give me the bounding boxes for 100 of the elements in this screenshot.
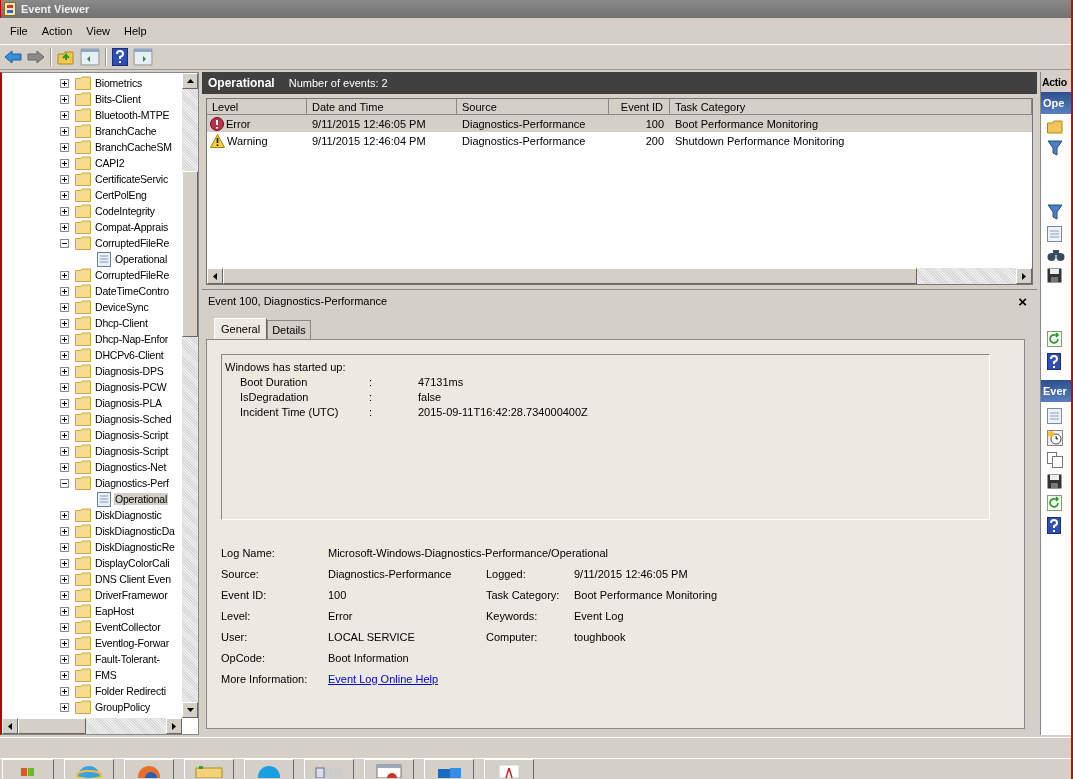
expander[interactable] (60, 510, 69, 520)
tree-item[interactable]: Diagnosis-Script (94, 429, 170, 441)
expander[interactable] (60, 94, 69, 104)
menu-item[interactable]: View (79, 23, 117, 39)
expander[interactable] (60, 446, 69, 456)
taskbar-button[interactable] (424, 759, 474, 779)
expander[interactable] (60, 78, 69, 88)
taskbar-button[interactable] (184, 759, 234, 779)
tree-item[interactable]: CorruptedFileRe (94, 237, 171, 249)
tree-item[interactable]: Diagnosis-Sched (94, 413, 173, 425)
tree-item[interactable]: Diagnostics-Net (94, 461, 168, 473)
expander[interactable] (60, 318, 69, 328)
tree-item[interactable]: DiskDiagnostic (94, 509, 163, 521)
tab[interactable]: General (214, 318, 268, 339)
tree-item[interactable]: DiskDiagnosticDa (94, 525, 176, 537)
expander[interactable] (60, 542, 69, 552)
tree-item[interactable]: BranchCache (94, 125, 158, 137)
expander[interactable] (60, 270, 69, 280)
taskbar-button[interactable] (64, 759, 114, 779)
save-icon[interactable] (1047, 474, 1062, 489)
expander[interactable] (60, 382, 69, 392)
scroll-left-icon[interactable] (213, 272, 217, 280)
filter-icon[interactable] (1047, 140, 1063, 156)
expander[interactable] (60, 478, 69, 488)
properties-icon[interactable] (1047, 226, 1062, 242)
expander[interactable] (60, 190, 69, 200)
help-icon[interactable] (1047, 517, 1061, 534)
back-arrow-icon[interactable] (4, 50, 22, 64)
expander[interactable] (60, 558, 69, 568)
expander[interactable] (60, 302, 69, 312)
tab[interactable]: Details (267, 320, 311, 339)
tree-item[interactable]: Diagnosis-PCW (94, 381, 168, 393)
tree-item[interactable]: DeviceSync (94, 301, 150, 313)
tree-item[interactable]: CertPolEng (94, 189, 148, 201)
expander[interactable] (60, 638, 69, 648)
vertical-scrollbar[interactable] (182, 73, 198, 718)
expander[interactable] (60, 686, 69, 696)
tree-item[interactable]: DriverFramewor (94, 589, 169, 601)
scroll-up-icon[interactable] (186, 79, 194, 83)
expander[interactable] (60, 654, 69, 664)
expander[interactable] (60, 414, 69, 424)
event-row[interactable]: Error 9/11/2015 12:46:05 PM Diagnostics-Performance 100 Boot Performance Monitoring (207, 115, 1032, 132)
expander[interactable] (60, 174, 69, 184)
tree-item[interactable]: Diagnosis-DPS (94, 365, 165, 377)
expander[interactable] (60, 590, 69, 600)
expander[interactable] (60, 142, 69, 152)
menu-item[interactable]: Help (116, 23, 154, 39)
tree-item[interactable]: Fault-Tolerant- (94, 653, 161, 665)
tree-item[interactable]: Folder Redirecti (94, 685, 167, 697)
tree-item[interactable]: Diagnostics-Perf (94, 477, 170, 489)
tree-item[interactable]: Operational (114, 253, 169, 265)
tree-item[interactable]: EventCollector (94, 621, 162, 633)
tree-item[interactable]: CorruptedFileRe (94, 269, 171, 281)
horizontal-scrollbar[interactable] (207, 268, 1032, 284)
expander[interactable] (60, 286, 69, 296)
expander[interactable] (60, 430, 69, 440)
menu-item[interactable]: File (3, 23, 35, 39)
tree-item[interactable]: Diagnosis-PLA (94, 397, 163, 409)
forward-arrow-icon[interactable] (27, 50, 45, 64)
close-button[interactable]: × (1012, 293, 1033, 309)
actions-section-header[interactable]: Ope (1041, 92, 1071, 114)
taskbar-button[interactable] (2, 759, 54, 779)
tree-item[interactable]: CodeIntegrity (94, 205, 156, 217)
expander[interactable] (60, 206, 69, 216)
tree-item[interactable]: CAPI2 (94, 157, 126, 169)
binoculars-icon[interactable] (1047, 248, 1065, 262)
tree-item[interactable]: DNS Client Even (94, 573, 172, 585)
tree-item[interactable]: Bits-Client (94, 93, 142, 105)
tree-item[interactable]: DiskDiagnosticRe (94, 541, 176, 553)
tree-item[interactable]: Diagnosis-Script (94, 445, 170, 457)
clock-icon[interactable] (1047, 430, 1063, 446)
refresh-icon[interactable] (1047, 331, 1062, 347)
scroll-right-icon[interactable] (172, 722, 176, 730)
properties-icon[interactable] (1047, 408, 1062, 424)
expander[interactable] (60, 526, 69, 536)
expander[interactable] (60, 702, 69, 712)
tree-item[interactable]: EapHost (94, 605, 135, 617)
tree-item[interactable]: FMS (94, 669, 118, 681)
actions-section-header[interactable]: Ever (1041, 380, 1071, 402)
refresh-icon[interactable] (1047, 495, 1062, 511)
save-icon[interactable] (1047, 268, 1062, 283)
tree-item[interactable]: CertificateServic (94, 173, 170, 185)
event-row[interactable]: Warning 9/11/2015 12:46:04 PM Diagnostics-Performance 200 Shutdown Performance Monitoring (207, 132, 1032, 149)
tree-item[interactable]: Biometrics (94, 77, 143, 89)
tree-item[interactable]: BranchCacheSM (94, 141, 173, 153)
menu-item[interactable]: Action (34, 23, 80, 39)
expander[interactable] (60, 670, 69, 680)
help-link[interactable]: Event Log Online Help (328, 672, 439, 685)
tree-item[interactable]: GroupPolicy (94, 701, 151, 713)
tree-item[interactable]: Dhcp-Nap-Enfor (94, 333, 170, 345)
filter-icon[interactable] (1047, 204, 1063, 220)
scroll-left-icon[interactable] (8, 722, 12, 730)
help-icon[interactable] (112, 48, 128, 66)
copy-icon[interactable] (1047, 452, 1063, 468)
tree-item[interactable]: Eventlog-Forwar (94, 637, 171, 649)
taskbar-button[interactable] (304, 759, 354, 779)
expander[interactable] (60, 222, 69, 232)
help-icon[interactable] (1047, 353, 1061, 370)
taskbar-button[interactable] (124, 759, 174, 779)
taskbar-button[interactable] (244, 759, 294, 779)
